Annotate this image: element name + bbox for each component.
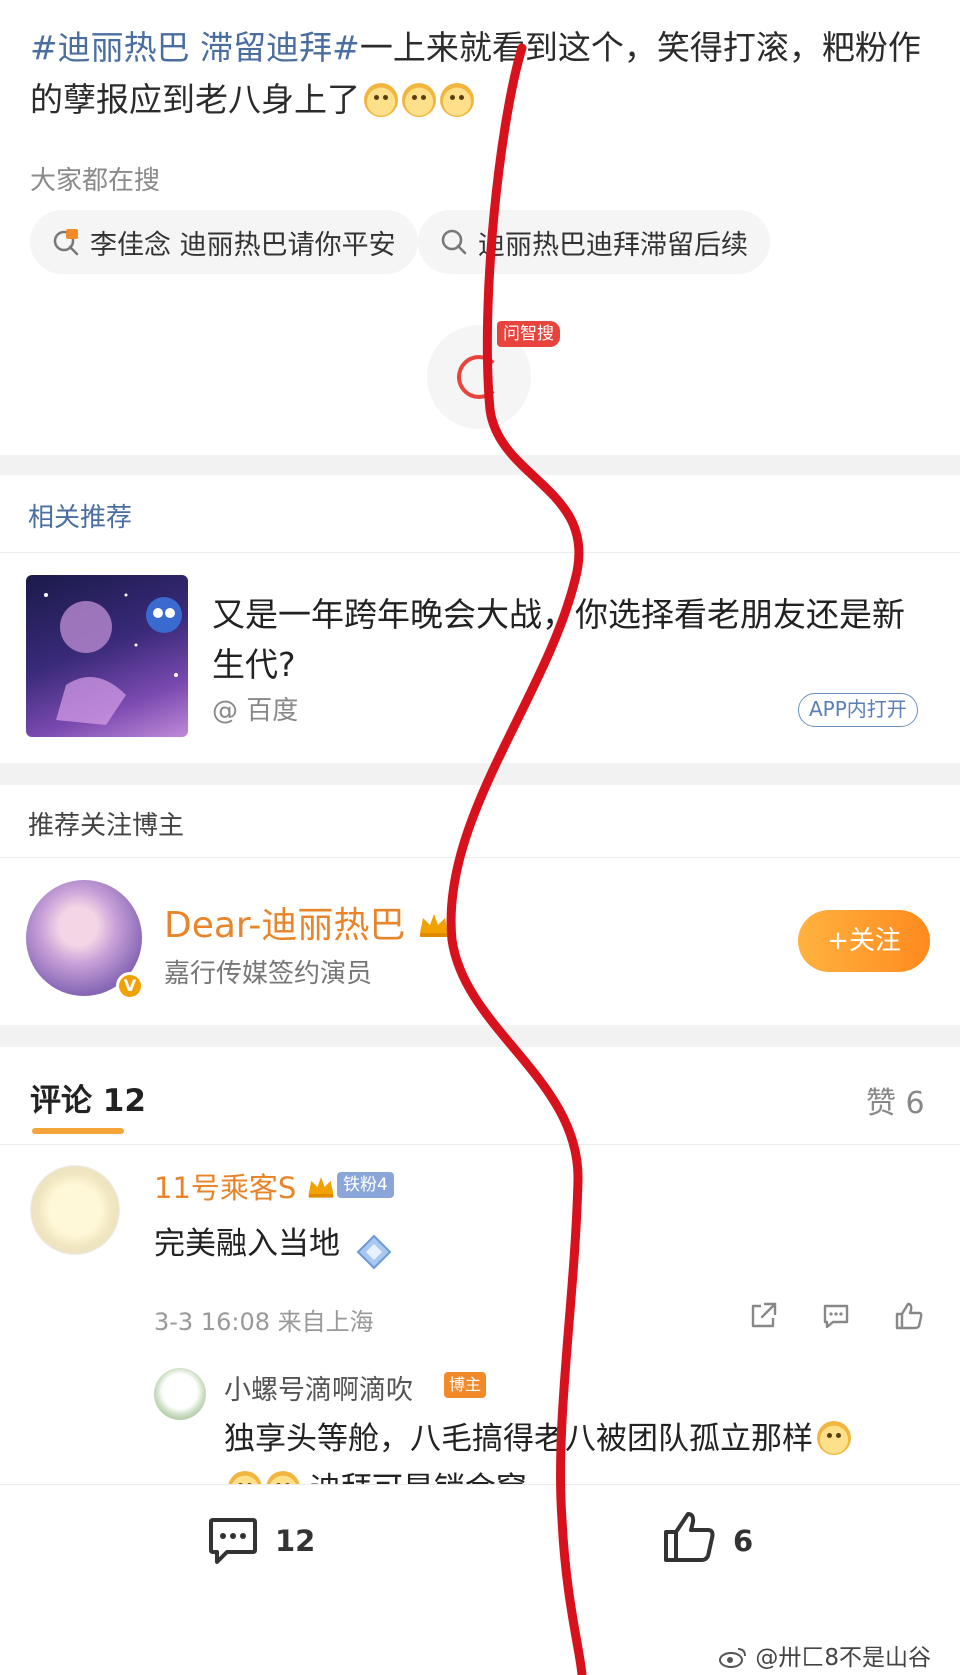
reply-icon[interactable] [820,1300,852,1332]
hot-search-icon [53,229,79,256]
blogger-section-title: 推荐关注博主 [28,811,185,841]
commenter-name[interactable]: 11号乘客S [154,1165,336,1207]
search-section-title: 大家都在搜 [30,166,161,196]
search-chip-label: 迪丽热巴迪拜滞留后续 [478,229,748,261]
search-chip-label: 李佳念 迪丽热巴请你平安 [90,229,396,261]
blogger-description: 嘉行传媒签约演员 [164,959,373,989]
thumbs-up-icon[interactable] [660,1508,718,1566]
thumbnail-artwork [44,593,182,725]
blogger-name[interactable]: Dear-迪丽热巴 [164,896,451,948]
commenter-avatar[interactable] [30,1165,120,1255]
comment-meta: 3-3 16:08 来自上海 [154,1308,374,1336]
like-count: 6 [733,1524,754,1558]
section-divider [0,1025,960,1047]
hashtag-link[interactable]: 滞留迪拜# [200,28,360,67]
reply-author-name[interactable]: 小螺号滴啊滴吹 [224,1368,413,1407]
hairline [0,552,960,553]
search-chip[interactable]: 迪丽热巴迪拜滞留后续 [418,210,770,274]
watermark: @卅匚8不是山谷 [718,1638,931,1672]
comment-text: 完美融入当地 [154,1218,394,1272]
section-divider [0,763,960,785]
commenter-name-text: 11号乘客S [154,1171,297,1205]
fan-level-badge: 铁粉4 [337,1172,394,1198]
reply-avatar[interactable] [154,1368,206,1420]
tab-likes[interactable]: 赞 6 [866,1078,925,1122]
comment-count: 12 [275,1524,316,1558]
search-icon [441,229,467,255]
watermark-text: @卅匚8不是山谷 [755,1645,931,1671]
tab-comments[interactable]: 评论 12 [30,1075,146,1120]
open-in-app-button[interactable]: APP内打开 [798,693,918,727]
hashtag-link[interactable]: #迪丽热巴 [30,28,190,67]
share-icon[interactable] [747,1300,779,1332]
zhisou-badge: 问智搜 [497,321,560,347]
loading-spinner-icon [457,355,501,399]
diamond-sticker-icon [356,1234,392,1270]
reply-body: 独享头等舱，八毛搞得老八被团队孤立那样 [224,1421,813,1457]
comment-icon[interactable] [205,1512,261,1568]
crown-icon [308,1177,333,1198]
verified-badge-icon: V [116,972,144,1000]
recommend-title[interactable]: 又是一年跨年晚会大战，你选择看老朋友还是新生代? [212,590,932,690]
weibo-logo-icon [719,1648,746,1668]
blogger-name-text: Dear-迪丽热巴 [164,905,406,946]
doge-emoji-icon [402,83,436,117]
search-chip[interactable]: 李佳念 迪丽热巴请你平安 [30,210,418,274]
recommend-section-title: 相关推荐 [28,503,133,533]
recommend-thumbnail[interactable] [26,575,188,737]
section-divider [0,455,960,475]
doge-emoji-icon [440,83,474,117]
doge-emoji-icon [364,83,398,117]
follow-button[interactable]: +关注 [798,910,930,972]
like-icon[interactable] [893,1300,925,1332]
comment-body: 完美融入当地 [154,1226,340,1262]
recommend-source: @ 百度 [212,696,299,726]
crown-icon [419,914,448,937]
active-tab-indicator [32,1128,124,1134]
hairline [0,857,960,858]
hairline [0,1144,960,1145]
doge-emoji-icon [817,1421,851,1455]
host-badge: 博主 [444,1372,487,1398]
post-text: #迪丽热巴 滞留迪拜#一上来就看到这个，笑得打滚，粑粉作的孽报应到老八身上了 [30,22,930,126]
